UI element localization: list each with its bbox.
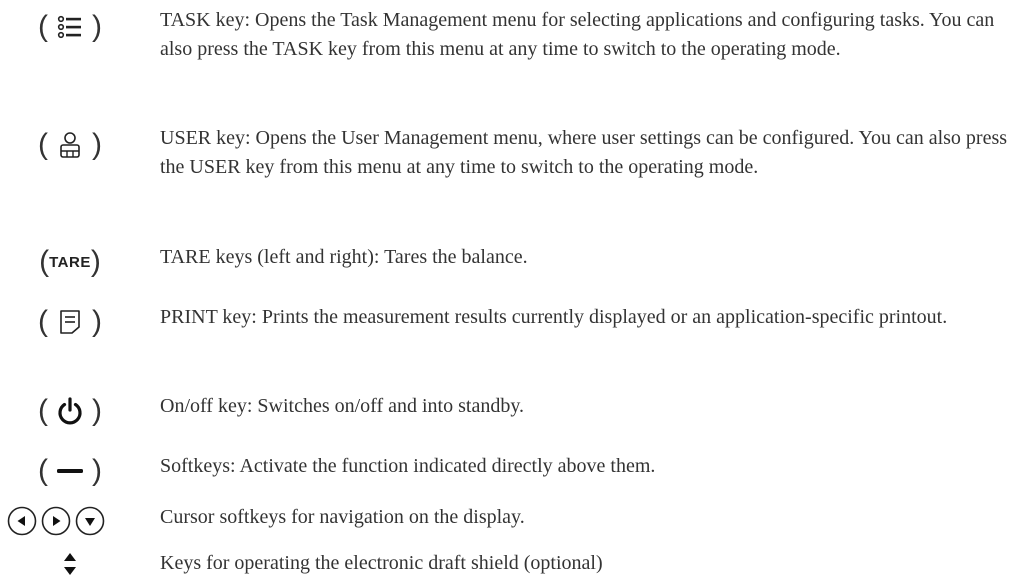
tare-key-description: TARE keys (left and right): Tares the ba… [160, 246, 528, 268]
softkey-symbol: ( ) [0, 454, 140, 488]
cursor-softkeys-description: Cursor softkeys for navigation on the di… [160, 506, 525, 528]
open-paren: ( [38, 454, 48, 487]
open-paren: ( [38, 128, 48, 161]
power-icon [48, 394, 92, 428]
close-paren: ) [92, 394, 102, 427]
tare-key-symbol: ( TARE ) [0, 245, 140, 279]
user-icon [48, 128, 92, 162]
softkey-dash-icon [48, 454, 92, 488]
softkeys-description: Softkeys: Activate the function indicate… [160, 455, 656, 477]
draft-shield-description: Keys for operating the electronic draft … [160, 552, 603, 574]
open-paren: ( [39, 245, 50, 278]
task-key-description: TASK key: Opens the Task Management menu… [160, 9, 995, 60]
open-paren: ( [38, 305, 48, 338]
task-list-icon [48, 10, 92, 44]
close-paren: ) [92, 305, 102, 338]
print-key-description: PRINT key: Prints the measurement result… [160, 306, 948, 328]
user-key-description: USER key: Opens the User Management menu… [160, 127, 1008, 178]
tare-label: TARE [49, 253, 91, 271]
user-key-symbol: ( ) [0, 128, 140, 162]
up-down-arrows-icon [63, 551, 77, 577]
close-paren: ) [92, 10, 102, 43]
power-key-symbol: ( ) [0, 394, 140, 428]
cursor-arrows-icon [6, 505, 118, 537]
close-paren: ) [92, 128, 102, 161]
close-paren: ) [92, 454, 102, 487]
open-paren: ( [38, 10, 48, 43]
task-key-symbol: ( ) [0, 10, 140, 44]
print-icon [48, 305, 92, 339]
power-key-description: On/off key: Switches on/off and into sta… [160, 395, 525, 417]
cursor-softkeys-symbol [2, 504, 122, 538]
close-paren: ) [90, 245, 101, 278]
print-key-symbol: ( ) [0, 305, 140, 339]
open-paren: ( [38, 394, 48, 427]
draft-shield-symbol [0, 547, 140, 581]
